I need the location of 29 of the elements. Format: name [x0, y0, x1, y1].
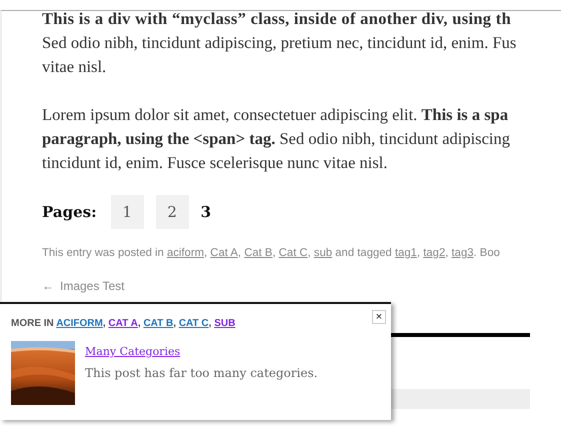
- current-page: 3: [200, 202, 212, 223]
- post-excerpt: This post has far too many categories.: [85, 366, 318, 380]
- page-link[interactable]: 1: [110, 195, 144, 229]
- related-post-link[interactable]: Many Categories: [85, 345, 180, 358]
- taxonomy-link[interactable]: Cat B: [244, 247, 272, 259]
- taxonomy-link[interactable]: tag1: [394, 247, 417, 259]
- taxonomy-link[interactable]: sub: [314, 247, 332, 259]
- category-link[interactable]: ACIFORM: [56, 318, 103, 329]
- pages-label: Pages:: [42, 203, 97, 221]
- paragraph-text-line: paragraph, using the <span> tag. Sed odio nibh, tincidunt adipiscing: [42, 128, 510, 150]
- previous-post-link[interactable]: Images Test: [60, 279, 124, 293]
- taxonomy-link[interactable]: Cat A: [210, 247, 238, 259]
- taxonomy-link[interactable]: Cat C: [278, 247, 308, 259]
- paragraph-text-line: tincidunt id, enim. Fusce scelerisque nunc vitae nisl.: [42, 152, 388, 174]
- paragraph-text-line: Lorem ipsum dolor sit amet, consectetuer adipiscing elit. This is a spa: [42, 104, 508, 126]
- page-link[interactable]: 2: [156, 195, 189, 229]
- taxonomy-link[interactable]: aciform: [166, 247, 204, 259]
- category-link[interactable]: SUB: [214, 318, 236, 329]
- category-link[interactable]: CAT A: [108, 318, 138, 329]
- paragraph-text-line: This is a div with “myclass” class, inside of another div, using th: [42, 11, 512, 30]
- close-button[interactable]: ×: [372, 310, 386, 324]
- paragraph-text-line: vitae nisl.: [42, 56, 106, 78]
- entry-meta-text: This entry was posted in aciform, Cat A, Cat B, Cat C, sub and tagged tag1, tag2, tag3. Boo: [42, 247, 500, 259]
- taxonomy-link[interactable]: tag2: [423, 247, 446, 259]
- category-link[interactable]: CAT C: [178, 318, 209, 329]
- paragraph-text-line: Sed odio nibh, tincidunt adipiscing, pretium nec, tincidunt id, enim. Fus: [42, 32, 516, 54]
- taxonomy-link[interactable]: tag3: [452, 247, 474, 259]
- arrow-icon: ←: [42, 279, 54, 293]
- category-link[interactable]: CAT B: [143, 318, 174, 329]
